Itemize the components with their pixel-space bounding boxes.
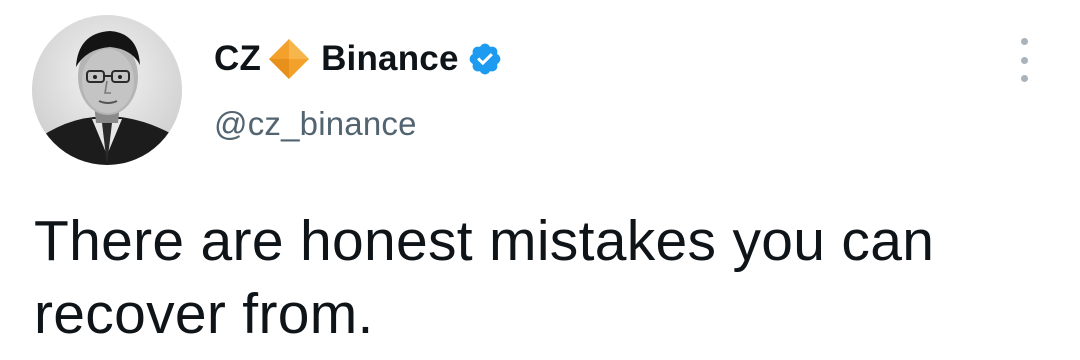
display-name-first[interactable]: CZ	[214, 39, 261, 79]
more-options-icon[interactable]	[1010, 38, 1038, 82]
tweet-text-line-2: recover from.	[34, 282, 374, 346]
avatar[interactable]	[32, 15, 182, 165]
tweet-card: CZ Binance @cz_binance There are honest …	[0, 0, 1080, 360]
tweet-header: CZ Binance @cz_binance	[214, 34, 503, 143]
user-handle[interactable]: @cz_binance	[214, 105, 503, 143]
tweet-text: There are honest mistakes you can recove…	[34, 205, 1034, 351]
display-name-row[interactable]: CZ Binance	[214, 34, 503, 84]
verified-badge-icon	[469, 43, 500, 75]
diamond-icon	[269, 39, 310, 79]
tweet-text-line-1: There are honest mistakes you can	[34, 209, 935, 273]
more-dot	[1020, 38, 1028, 45]
display-name-second[interactable]: Binance	[321, 39, 459, 79]
avatar-photo	[32, 15, 182, 165]
more-dot	[1020, 56, 1028, 64]
more-dot	[1020, 75, 1028, 82]
